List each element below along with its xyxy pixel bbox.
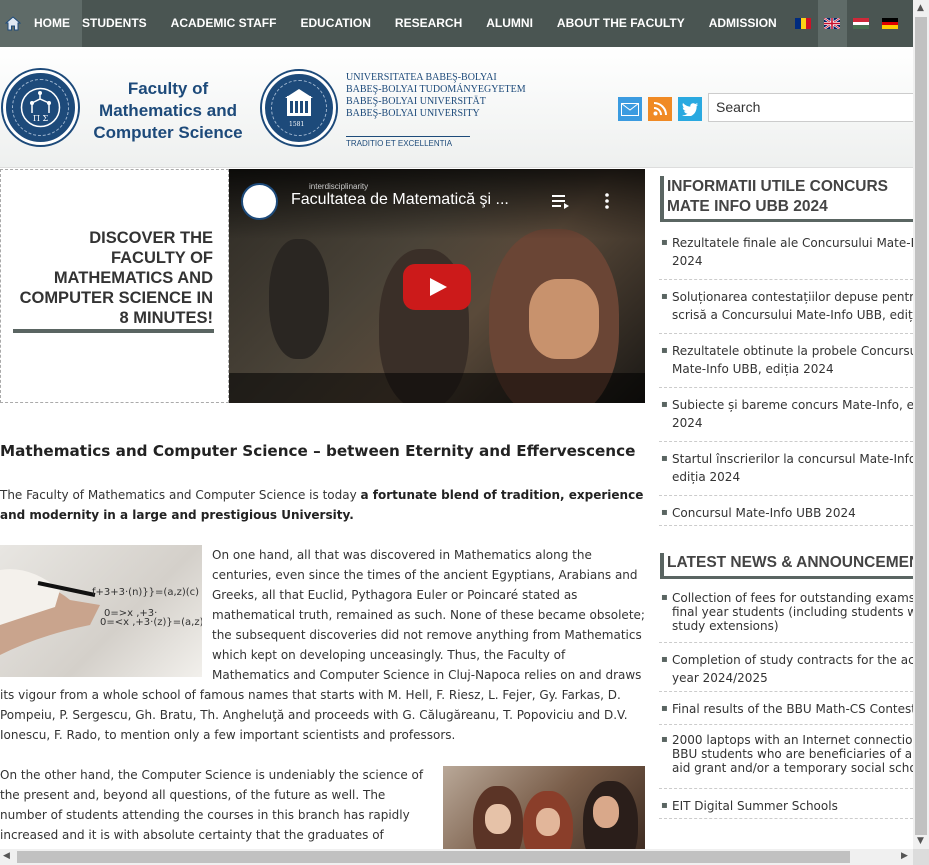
- playlist-icon[interactable]: [552, 193, 572, 214]
- latest-news-heading: LATEST NEWS & ANNOUNCEMENTS: [660, 553, 913, 579]
- latest-news-item-line: BBU students who are beneficiaries of a: [672, 747, 913, 761]
- university-name-ro: UNIVERSITATEA BABEŞ-BOLYAI: [346, 72, 497, 83]
- university-names: UNIVERSITATEA BABEŞ-BOLYAI BABEŞ-BOLYAI …: [346, 72, 526, 120]
- latest-news-item-line: final year students (including students …: [672, 605, 913, 619]
- info-concurs-item[interactable]: Rezultatele obtinute la probele Concursu…: [659, 334, 913, 388]
- scroll-right-icon[interactable]: ▶: [901, 851, 908, 861]
- info-concurs-item[interactable]: Concursul Mate-Info UBB 2024: [659, 496, 913, 526]
- video-person: [529, 279, 599, 359]
- latest-news-item[interactable]: EIT Digital Summer Schools: [659, 789, 913, 819]
- info-concurs-item-line: ediția 2024: [672, 470, 741, 484]
- nav-home[interactable]: HOME: [26, 0, 82, 47]
- channel-logo[interactable]: [241, 183, 278, 220]
- info-concurs-item[interactable]: Rezultatele finale ale Concursului Mate-…: [659, 226, 913, 280]
- scrollbar-corner: [913, 849, 929, 865]
- info-concurs-item-line: Soluționarea contestațiilor depuse pentr…: [672, 290, 913, 304]
- video-title[interactable]: Facultatea de Matematică şi ...: [291, 191, 509, 209]
- paragraph-mathematics: On one hand, all that was discovered in …: [0, 545, 645, 745]
- latest-news-item-line: Final results of the BBU Math-CS Contest: [672, 702, 913, 716]
- horizontal-scrollbar-thumb[interactable]: [17, 851, 850, 863]
- romanian-flag-icon[interactable]: [789, 0, 818, 47]
- nav-about-the-faculty[interactable]: ABOUT THE FACULTY: [545, 0, 697, 47]
- top-navigation: HOME STUDENTS ACADEMIC STAFF EDUCATION R…: [0, 0, 913, 47]
- info-concurs-list: Rezultatele finale ale Concursului Mate-…: [659, 226, 913, 526]
- latest-news-item[interactable]: 2000 laptops with an Internet connection…: [659, 725, 913, 789]
- latest-news-item[interactable]: Collection of fees for outstanding exams…: [659, 583, 913, 643]
- university-motto: TRADITIO ET EXCELLENTIA: [346, 136, 470, 148]
- info-concurs-item-line: Mate-Info UBB, ediția 2024: [672, 362, 834, 376]
- latest-news-list: Collection of fees for outstanding exams…: [659, 583, 913, 819]
- latest-news-item[interactable]: Final results of the BBU Math-CS Contest: [659, 692, 913, 725]
- university-name-de: BABEŞ-BOLYAI UNIVERSITÄT: [346, 96, 486, 107]
- vertical-scrollbar-thumb[interactable]: [915, 17, 927, 835]
- site-header: Π Σ Faculty of Mathematics and Computer …: [0, 47, 918, 168]
- latest-news-item-line: EIT Digital Summer Schools: [672, 799, 838, 813]
- info-concurs-item-line: 2024: [672, 254, 703, 268]
- university-name-en: BABEŞ-BOLYAI UNIVERSITY: [346, 108, 480, 119]
- latest-news-item-line: aid grant and/or a temporary social scho: [672, 761, 913, 775]
- info-concurs-item[interactable]: Soluționarea contestațiilor depuse pentr…: [659, 280, 913, 334]
- latest-news-item-line: study extensions): [672, 619, 779, 633]
- latest-news-item[interactable]: Completion of study contracts for the ac…: [659, 643, 913, 692]
- latest-news-item-line: Completion of study contracts for the ac: [672, 653, 913, 667]
- student-face: [485, 804, 511, 834]
- info-concurs-item-line: Rezultatele finale ale Concursului Mate-…: [672, 236, 913, 250]
- nav-research[interactable]: RESEARCH: [383, 0, 474, 47]
- intro-text: The Faculty of Mathematics and Computer …: [0, 488, 361, 502]
- latest-news-item-line: year 2024/2025: [672, 671, 768, 685]
- play-button[interactable]: [403, 264, 471, 310]
- info-concurs-item[interactable]: Startul înscrierilor la concursul Mate-I…: [659, 442, 913, 496]
- faculty-logo[interactable]: Π Σ: [3, 70, 78, 145]
- twitter-icon[interactable]: [678, 97, 702, 121]
- student-face: [536, 808, 560, 836]
- home-icon[interactable]: [0, 0, 26, 47]
- hungarian-flag-icon[interactable]: [847, 0, 876, 47]
- info-concurs-item-line: Startul înscrierilor la concursul Mate-I…: [672, 452, 913, 466]
- latest-news-item-line: 2000 laptops with an Internet connection: [672, 733, 913, 747]
- university-logo[interactable]: 1581: [262, 71, 336, 145]
- page-title: Mathematics and Computer Science – betwe…: [0, 442, 636, 460]
- more-options-icon[interactable]: [605, 193, 609, 214]
- faculty-title[interactable]: Faculty of Mathematics and Computer Scie…: [86, 78, 250, 144]
- intro-paragraph: The Faculty of Mathematics and Computer …: [0, 485, 645, 525]
- info-concurs-item-line: Subiecte și bareme concurs Mate-Info, e: [672, 398, 913, 412]
- scroll-down-icon[interactable]: ▼: [917, 836, 924, 846]
- info-concurs-item[interactable]: Subiecte și bareme concurs Mate-Info, e 2…: [659, 388, 913, 442]
- discover-text: DISCOVER THE FACULTY OF MATHEMATICS AND …: [19, 229, 213, 327]
- para1-text: On one hand, all that was discovered in …: [0, 545, 645, 745]
- nav-alumni[interactable]: ALUMNI: [474, 0, 545, 47]
- nav-education[interactable]: EDUCATION: [288, 0, 382, 47]
- paragraph-computer-science: On the other hand, the Computer Science …: [0, 768, 424, 849]
- video-person: [269, 239, 329, 359]
- german-flag-icon[interactable]: [876, 0, 905, 47]
- latest-news-item-line: Collection of fees for outstanding exams: [672, 591, 913, 605]
- info-concurs-item-line: scrisă a Concursului Mate-Info UBB, ediț…: [672, 308, 913, 322]
- scroll-up-icon[interactable]: ▲: [917, 3, 924, 13]
- scroll-left-icon[interactable]: ◀: [3, 851, 10, 861]
- info-concurs-heading: INFORMATII UTILE CONCURS MATE INFO UBB 2…: [660, 176, 913, 222]
- video-bottom-bar: [229, 373, 645, 403]
- svg-text:Π Σ: Π Σ: [33, 114, 49, 123]
- nav-admission[interactable]: ADMISSION: [697, 0, 789, 47]
- info-concurs-item-line: 2024: [672, 416, 703, 430]
- svg-text:1581: 1581: [289, 121, 304, 128]
- students-image: [443, 766, 645, 850]
- discover-promo[interactable]: DISCOVER THE FACULTY OF MATHEMATICS AND …: [0, 169, 229, 403]
- university-name-hu: BABEŞ-BOLYAI TUDOMÁNYEGYETEM: [346, 84, 526, 95]
- english-flag-icon[interactable]: [817, 0, 847, 47]
- search-input[interactable]: Search: [708, 93, 918, 122]
- info-concurs-item-line: Concursul Mate-Info UBB 2024: [672, 506, 856, 520]
- rss-icon[interactable]: [648, 97, 672, 121]
- nav-students[interactable]: STUDENTS: [82, 0, 159, 47]
- info-concurs-item-line: Rezultatele obtinute la probele Concursu: [672, 344, 913, 358]
- discover-divider: [13, 329, 214, 333]
- image-spacer: [0, 545, 212, 680]
- email-icon[interactable]: [618, 97, 642, 121]
- video-player[interactable]: interdisciplinarity Facultatea de Matema…: [229, 169, 645, 403]
- nav-academic-staff[interactable]: ACADEMIC STAFF: [159, 0, 289, 47]
- video-caption: interdisciplinarity: [309, 182, 369, 191]
- student-face: [593, 796, 619, 828]
